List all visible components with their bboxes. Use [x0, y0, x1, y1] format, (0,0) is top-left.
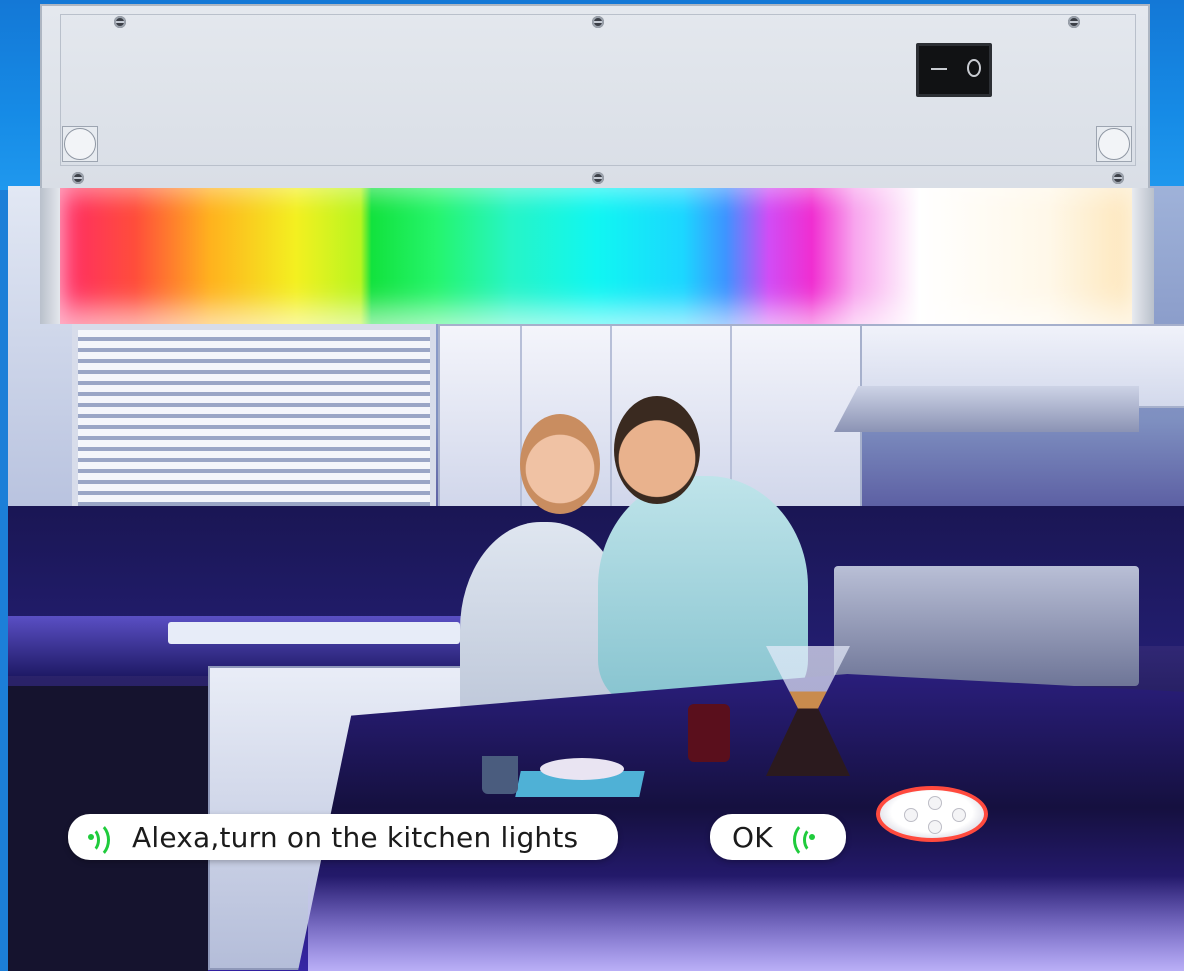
light-housing [40, 4, 1150, 190]
screw-icon [72, 172, 84, 184]
screw-icon [1112, 172, 1124, 184]
rgb-light-diffuser [60, 188, 1134, 324]
cup [482, 756, 518, 794]
screw-icon [1068, 16, 1080, 28]
voice-reply-bubble: OK [710, 814, 846, 860]
voice-waves-icon [787, 821, 817, 859]
smart-speaker-icon [876, 786, 988, 878]
voice-waves-icon [86, 821, 116, 859]
switch-on-mark [931, 68, 947, 70]
bar-end-cap [1132, 188, 1154, 324]
led-under-cabinet-light [40, 4, 1154, 324]
mount-hole [1098, 128, 1130, 160]
plate [540, 758, 624, 780]
rocker-switch [916, 43, 992, 97]
screw-icon [592, 16, 604, 28]
mount-hole [64, 128, 96, 160]
bar-end-cap [40, 188, 62, 324]
stove [834, 566, 1139, 686]
jam-jar [688, 704, 730, 762]
range-hood [834, 386, 1139, 432]
screw-icon [592, 172, 604, 184]
woman-head [520, 414, 600, 514]
sink [168, 622, 460, 644]
switch-off-mark [967, 59, 981, 77]
voice-reply-text: OK [732, 820, 773, 854]
screw-icon [114, 16, 126, 28]
product-image: Alexa,turn on the kitchen lights OK [0, 0, 1184, 971]
island-underglow [308, 876, 1184, 971]
voice-command-text: Alexa,turn on the kitchen lights [132, 820, 579, 854]
man [598, 476, 808, 706]
man-head [614, 396, 700, 504]
voice-command-bubble: Alexa,turn on the kitchen lights [68, 814, 618, 860]
